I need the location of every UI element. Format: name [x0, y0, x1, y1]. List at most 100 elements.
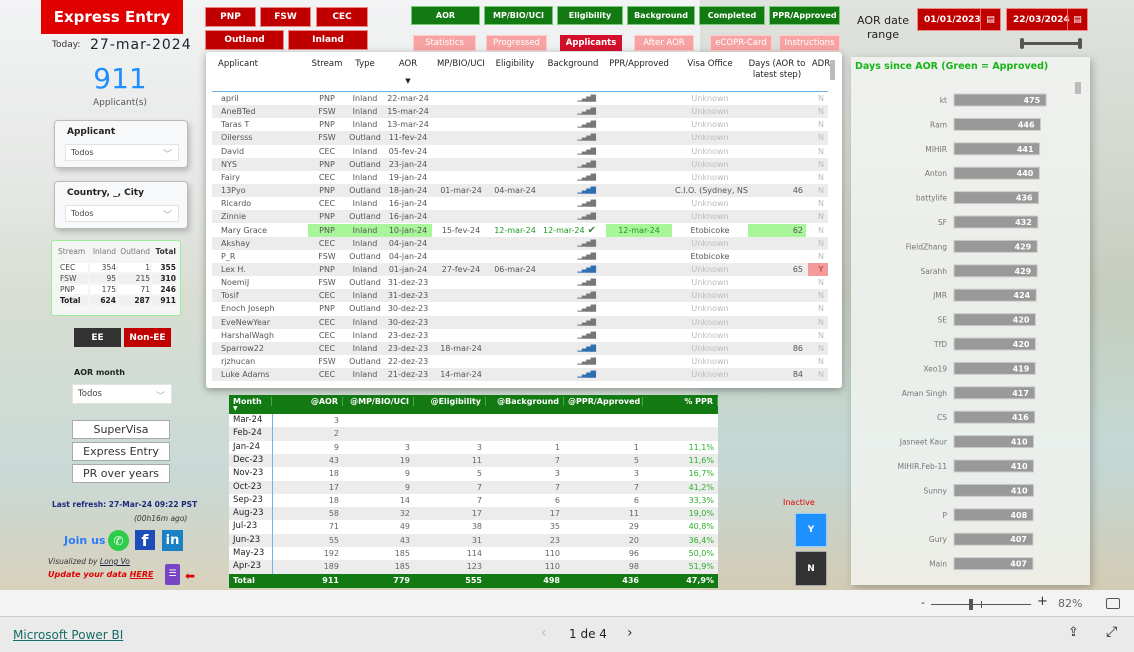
- express-entry-button[interactable]: Express Entry: [72, 442, 170, 461]
- zoom-slider[interactable]: [931, 599, 1031, 610]
- table-row[interactable]: David CEC Inland 05-fev-24 ▁▃▅▇ Unknown N: [212, 144, 828, 158]
- table-row[interactable]: Jan-24 9 3 3 1 1 11,1%: [229, 440, 718, 454]
- zoom-out-button[interactable]: -: [921, 596, 925, 609]
- table-row[interactable]: Feb-24 2: [229, 427, 718, 441]
- column-header[interactable]: @Eligibility: [414, 397, 486, 406]
- filter-stream-fsw[interactable]: FSW: [260, 7, 311, 27]
- matrix-header[interactable]: Inland: [88, 247, 116, 256]
- table-row[interactable]: Mar-24 3: [229, 414, 718, 428]
- table-row[interactable]: Akshay CEC Inland 04-jan-24 ▁▃▅▇ Unknown N: [212, 236, 828, 250]
- table-row[interactable]: NYS PNP Outland 23-jan-24 ▁▃▅▇ Unknown N: [212, 157, 828, 171]
- table-row[interactable]: Zinnie PNP Outland 16-jan-24 ▁▃▅▇ Unknown N: [212, 210, 828, 224]
- whatsapp-icon[interactable]: ✆: [108, 530, 129, 551]
- google-forms-icon[interactable]: ☰: [165, 564, 180, 585]
- date-range-slider[interactable]: [1020, 38, 1082, 49]
- matrix-header[interactable]: Stream: [58, 247, 88, 256]
- table-row[interactable]: AneBTed FSW Inland 15-mar-24 ▁▃▅▇ Unknown N: [212, 105, 828, 119]
- column-header[interactable]: Days (AOR to latest step): [748, 59, 806, 81]
- table-row[interactable]: Sep-23 18 14 7 6 6 33,3%: [229, 493, 718, 508]
- previous-page-button[interactable]: ‹: [541, 625, 547, 641]
- table-row[interactable]: May-23 192 185 114 110 96 50,0%: [229, 547, 718, 561]
- table-row[interactable]: Oilersss FSW Outland 11-fev-24 ▁▃▅▇ Unknown N: [212, 131, 828, 145]
- column-header[interactable]: Type: [346, 59, 384, 70]
- facebook-icon[interactable]: f: [135, 530, 155, 550]
- column-header[interactable]: Stream: [308, 59, 346, 70]
- slider-handle-end[interactable]: [1078, 38, 1082, 49]
- applicant-dropdown[interactable]: Todos ﹀: [65, 144, 179, 161]
- column-header[interactable]: Background: [540, 59, 606, 70]
- fullscreen-icon[interactable]: ⤢: [1106, 624, 1117, 640]
- power-bi-link[interactable]: Microsoft Power BI: [13, 628, 123, 642]
- filter-type-outland[interactable]: Outland: [205, 30, 284, 50]
- table-row[interactable]: april PNP Inland 22-mar-24 ▁▃▅▇ Unknown N: [212, 92, 828, 106]
- tab-instructions[interactable]: Instructions: [779, 35, 840, 51]
- zoom-slider-thumb[interactable]: [969, 599, 973, 610]
- inactive-no-button[interactable]: N: [795, 551, 827, 586]
- sort-desc-icon[interactable]: ▼: [233, 405, 238, 412]
- table-row[interactable]: Jul-23 71 49 38 35 29 40,8%: [229, 520, 718, 534]
- matrix-header[interactable]: Total: [150, 247, 177, 256]
- table-scrollbar[interactable]: [830, 60, 835, 80]
- table-row[interactable]: 13Pyo PNP Outland 18-jan-24 01-mar-24 04-mar-…: [212, 184, 828, 198]
- tab-statistics[interactable]: Statistics: [413, 35, 476, 51]
- table-row[interactable]: Oct-23 17 9 7 7 7 41,2%: [229, 480, 718, 494]
- stage-button[interactable]: MP/BIO/UCI: [484, 6, 553, 25]
- ee-button[interactable]: EE: [74, 328, 121, 347]
- share-icon[interactable]: ⇪: [1068, 625, 1079, 640]
- inactive-yes-button[interactable]: Y: [795, 513, 827, 547]
- column-header[interactable]: MP/BIO/UCI: [432, 59, 490, 70]
- column-header[interactable]: % PPR: [643, 397, 718, 406]
- table-row[interactable]: HarshalWagh CEC Inland 23-dez-23 ▁▃▅▇ Unknown…: [212, 328, 828, 342]
- column-header[interactable]: PPR/Approved: [606, 59, 672, 70]
- column-header[interactable]: AOR: [384, 59, 432, 70]
- table-row[interactable]: P_R FSW Outland 04-jan-24 ▁▃▅▇ Etobicoke N: [212, 249, 828, 263]
- matrix-header[interactable]: Outland: [116, 247, 150, 256]
- table-row[interactable]: Lex H. PNP Inland 01-jan-24 27-fev-24 06-mar-…: [212, 262, 828, 277]
- stage-button[interactable]: Completed: [699, 6, 765, 25]
- update-data-link[interactable]: HERE: [130, 570, 154, 579]
- country-dropdown[interactable]: Todos ﹀: [65, 205, 179, 222]
- slider-handle-start[interactable]: [1020, 38, 1024, 49]
- linkedin-icon[interactable]: in: [162, 530, 183, 551]
- table-row[interactable]: Fairy CEC Inland 19-jan-24 ▁▃▅▇ Unknown N: [212, 170, 828, 185]
- tab-afteraor[interactable]: After AOR: [634, 35, 694, 51]
- table-row[interactable]: Jun-23 55 43 31 23 20 36,4%: [229, 533, 718, 547]
- table-row[interactable]: Sparrow22 CEC Inland 23-dez-23 18-mar-24 ▁▃▅▇…: [212, 341, 828, 355]
- tab-progressed[interactable]: Progressed: [486, 35, 547, 51]
- pr-over-years-button[interactable]: PR over years: [72, 464, 170, 483]
- table-row[interactable]: Nov-23 18 9 5 3 3 16,7%: [229, 467, 718, 481]
- non-ee-button[interactable]: Non-EE: [124, 328, 171, 347]
- table-row[interactable]: Luke Adams CEC Inland 21-dez-23 14-mar-24 ▁▃▅…: [212, 368, 828, 382]
- filter-stream-cec[interactable]: CEC: [316, 7, 368, 27]
- tab-ecoprcard[interactable]: eCOPR-Card: [710, 35, 772, 51]
- stage-button[interactable]: Background: [627, 6, 695, 25]
- table-row[interactable]: rjzhucan FSW Outland 22-dez-23 ▁▃▅▇ Unknown N: [212, 355, 828, 369]
- filter-stream-pnp[interactable]: PNP: [205, 7, 256, 27]
- table-row[interactable]: NoemiJ FSW Outland 31-dez-23 ▁▃▅▇ Unknown N: [212, 276, 828, 290]
- column-header[interactable]: Visa Office: [672, 59, 748, 70]
- start-date-input[interactable]: 01/01/2023 ▤: [917, 8, 1001, 31]
- stage-button[interactable]: PPR/Approved: [769, 6, 840, 25]
- zoom-in-button[interactable]: +: [1037, 594, 1048, 609]
- table-row[interactable]: Apr-23 189 185 123 110 98 51,9%: [229, 560, 718, 574]
- table-row[interactable]: Enoch Joseph PNP Outland 30-dez-23 ▁▃▅▇ Unkno…: [212, 302, 828, 316]
- calendar-icon[interactable]: ▤: [1067, 9, 1087, 30]
- filter-type-inland[interactable]: Inland: [288, 30, 368, 50]
- tab-applicants[interactable]: Applicants: [560, 35, 622, 51]
- stage-button[interactable]: AOR: [411, 6, 480, 25]
- next-page-button[interactable]: ›: [627, 625, 633, 641]
- column-header[interactable]: @AOR: [272, 397, 343, 406]
- end-date-input[interactable]: 22/03/2024 ▤: [1006, 8, 1088, 31]
- table-row[interactable]: Tosif CEC Inland 31-dez-23 ▁▃▅▇ Unknown N: [212, 289, 828, 303]
- column-header[interactable]: @PPR/Approved: [564, 397, 643, 406]
- author-link[interactable]: Long Vo: [100, 557, 130, 566]
- table-row[interactable]: Ricardo CEC Inland 16-jan-24 ▁▃▅▇ Unknown N: [212, 197, 828, 211]
- sort-desc-icon[interactable]: ▼: [384, 77, 432, 85]
- fit-to-page-icon[interactable]: [1106, 598, 1120, 609]
- column-header[interactable]: @MP/BIO/UCI: [343, 397, 414, 406]
- stage-button[interactable]: Eligibility: [557, 6, 623, 25]
- column-header[interactable]: Eligibility: [490, 59, 540, 70]
- table-row[interactable]: Aug-23 58 32 17 17 11 19,0%: [229, 507, 718, 521]
- calendar-icon[interactable]: ▤: [980, 9, 1000, 30]
- column-header[interactable]: @Background: [486, 397, 564, 406]
